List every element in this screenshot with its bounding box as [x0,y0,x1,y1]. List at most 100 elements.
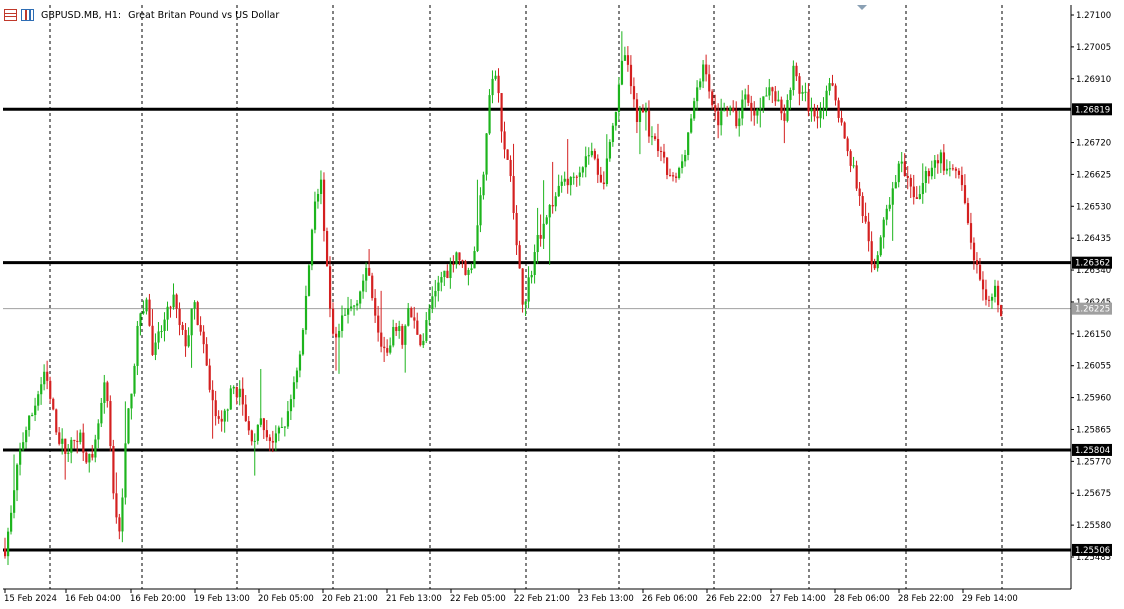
candle-body [374,298,377,316]
candle-body [750,102,753,111]
candle-body [575,176,578,178]
candle-body [268,437,271,442]
candle-body [295,370,299,383]
candle-body [398,326,401,332]
candle-body [67,452,70,454]
candle-body [220,418,223,422]
candle-body [467,269,470,275]
candle-body [807,91,810,112]
candle-body [401,326,404,345]
price-tick-label: 1.25865 [1076,425,1111,435]
time-tick-label: 15 Feb 2024 [4,594,57,604]
candle-body [987,299,991,301]
candle-body [539,234,542,239]
object-list-icon[interactable] [4,9,17,21]
candle-body [491,78,494,96]
time-tick-label: 20 Feb 21:00 [322,594,378,604]
candle-body [25,430,28,443]
candle-body [229,388,232,410]
candle-body [638,109,642,123]
candle-body [64,438,67,454]
candle-body [280,426,284,428]
candle-body [199,325,202,332]
candle-body [894,182,897,189]
candle-body [527,277,530,302]
candle-body [822,108,825,110]
candle-body [470,268,473,270]
candle-body [94,439,97,458]
candle-body [650,136,654,138]
candle-body [897,163,900,183]
candle-body [226,409,229,411]
price-tick-label: 1.26150 [1076,330,1111,340]
candle-body [43,371,46,385]
candle-body [675,176,678,178]
candle-body [587,155,590,157]
candle-body [729,107,732,110]
candle-body [879,237,882,256]
candle-body [274,433,278,443]
candle-body [88,453,91,463]
candle-body [509,159,512,177]
candle-body [377,315,380,333]
candle-body [852,165,855,167]
candle-body [124,443,127,498]
candle-body [711,91,714,106]
candle-body [614,111,618,126]
candle-body [223,410,226,422]
candle-body [551,205,554,207]
candle-body [452,264,455,266]
candle-body [984,289,988,300]
candle-body [512,176,515,213]
candle-body [277,427,281,434]
candle-body [963,185,967,204]
candle-body [626,55,630,65]
candle-body [241,388,244,405]
price-tick-label: 1.26720 [1076,139,1111,149]
candle-body [371,275,374,299]
candle-body [431,296,434,309]
price-chart[interactable]: 1.27100 1.27005 1.26910 1.26720 1.26625 1.265… [0,0,1124,609]
candle-body [40,384,43,395]
candle-body [720,111,723,126]
candle-body [148,299,151,326]
candle-body [271,441,275,443]
candle-body [286,411,290,427]
chart-type-icon[interactable] [21,9,34,21]
time-tick-label: 26 Feb 06:00 [642,594,698,604]
price-tick-label: 1.26055 [1076,362,1111,372]
candle-body [696,87,699,102]
candle-body [756,109,759,116]
candle-body [28,415,31,431]
candle-body [882,219,885,238]
candle-body [810,108,813,112]
candle-body [61,438,64,444]
candle-body [139,313,142,326]
candle-body [422,340,425,346]
candle-body [960,174,964,186]
candle-body [310,229,314,266]
candle-body [79,432,82,442]
candle-body [843,122,846,139]
candle-body [804,91,807,93]
time-tick-label: 16 Feb 20:00 [130,594,186,604]
candle-body [115,493,118,518]
candle-body [410,308,413,318]
candle-body [419,334,422,346]
candle-body [942,152,946,171]
candle-body [247,421,250,431]
candle-body [413,317,416,321]
candle-body [169,306,172,308]
candle-body [596,158,599,175]
candle-body [262,418,265,431]
candle-body [425,320,428,341]
candle-body [954,168,958,171]
candle-body [259,418,262,425]
candle-body [837,100,840,118]
candle-body [599,174,602,183]
candle-body [647,110,651,137]
price-tick-label: 1.25960 [1076,394,1111,404]
candle-body [58,432,61,444]
candle-body [244,404,247,422]
candle-body [151,325,154,355]
